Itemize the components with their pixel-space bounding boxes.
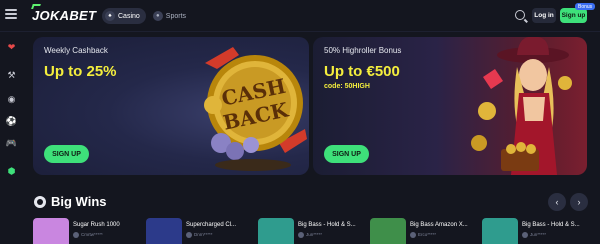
win-card[interactable]: Sugar Rush 1000 Cmrtw***** (33, 218, 151, 244)
top-bar: JOKABET ♠ Casino ● Sports Log in Sign up… (0, 0, 600, 32)
gamepad-icon[interactable]: 🎮 (6, 138, 17, 149)
game-thumbnail (370, 218, 406, 244)
signup-button[interactable]: Sign up (560, 8, 587, 23)
tab-casino-label: Casino (118, 12, 140, 20)
game-thumbnail (33, 218, 69, 244)
prev-arrow-button[interactable]: ‹ (548, 193, 566, 211)
promo-signup-button[interactable]: SIGN UP (324, 145, 369, 163)
sidebar: ❤ ⚒ ◉ ⚽ 🎮 ⬢ (0, 32, 22, 244)
promo-code: code: 50HIGH (324, 83, 370, 90)
promo-subtitle: 50% Highroller Bonus (324, 46, 402, 55)
game-thumbnail (146, 218, 182, 244)
ball-icon: ● (152, 11, 163, 21)
search-icon[interactable] (515, 10, 525, 20)
tab-casino[interactable]: ♠ Casino (102, 8, 146, 24)
hamburger-menu-icon[interactable] (5, 9, 17, 21)
win-game-name: Big Bass - Hold & S... (298, 222, 356, 228)
win-username: Cmrtw***** (73, 232, 120, 238)
win-username: Dnrn***** (186, 232, 236, 238)
product-tabs: ♠ Casino ● Sports (102, 8, 192, 24)
pirate-girl-illustration (471, 37, 572, 175)
login-button[interactable]: Log in (532, 8, 556, 23)
win-username: Jun***** (522, 232, 580, 238)
game-thumbnail (482, 218, 518, 244)
tab-sports[interactable]: ● Sports (150, 8, 192, 24)
trophy-icon[interactable]: ⬢ (6, 166, 17, 177)
game-thumbnail (258, 218, 294, 244)
lips-icon[interactable]: ❤ (6, 42, 17, 53)
win-game-name: Supercharged Cl... (186, 222, 237, 228)
tab-sports-label: Sports (165, 12, 187, 20)
soccer-ball-icon[interactable]: ⚽ (6, 116, 17, 127)
big-wins-icon (34, 196, 46, 208)
bonus-badge: Bonus (575, 3, 596, 10)
broadcast-icon[interactable]: ◉ (6, 94, 17, 105)
next-arrow-button[interactable]: › (570, 193, 588, 211)
section-title: Big Wins (51, 194, 107, 209)
win-card[interactable]: Big Bass Amazon X... Erco***** (370, 218, 488, 244)
win-game-name: Sugar Rush 1000 (73, 222, 120, 228)
cards-icon: ♠ (105, 11, 115, 21)
promo-banner-highroller[interactable]: 50% Highroller Bonus Up to €500 code: 50… (313, 37, 587, 175)
cashback-coin-illustration: CASH BACK (204, 47, 307, 171)
win-card[interactable]: Supercharged Cl... Dnrn***** (146, 218, 264, 244)
promo-subtitle: Weekly Cashback (44, 46, 108, 55)
win-username: Erco***** (410, 232, 468, 238)
tools-icon[interactable]: ⚒ (6, 70, 17, 81)
promo-title: Up to €500 (324, 63, 400, 80)
win-username: Jun***** (298, 232, 356, 238)
promo-title: Up to 25% (44, 63, 117, 80)
promo-signup-button[interactable]: SIGN UP (44, 145, 89, 163)
promo-banner-cashback[interactable]: Weekly Cashback Up to 25% SIGN UP CASH B… (33, 37, 309, 175)
win-game-name: Big Bass Amazon X... (410, 222, 468, 228)
win-card[interactable]: Big Bass - Hold & S... Jun***** (258, 218, 376, 244)
logo[interactable]: JOKABET (32, 8, 96, 23)
win-card[interactable]: Big Bass - Hold & S... Jun***** (482, 218, 592, 244)
win-game-name: Big Bass - Hold & S... (522, 222, 580, 228)
